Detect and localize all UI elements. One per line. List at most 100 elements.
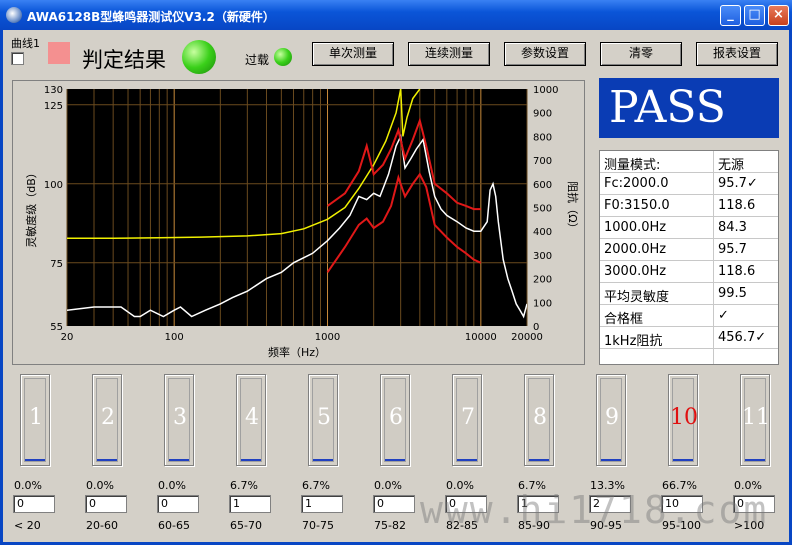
table-row: 合格框 ✓ <box>600 306 778 327</box>
bin-number: 7 <box>461 405 475 430</box>
bin-fill-bar <box>169 459 189 461</box>
bin-fill-bar <box>241 459 261 461</box>
continuous-measure-button[interactable]: 连续测量 <box>408 42 490 66</box>
histogram-bin-2: 2 <box>92 374 122 466</box>
pass-status-display: PASS <box>599 78 779 138</box>
watermark: www.hi1718.com <box>420 488 769 532</box>
x-tick-label: 1000 <box>315 332 340 343</box>
histogram-bin-10: 10 <box>668 374 698 466</box>
curve1-checkbox[interactable] <box>11 52 24 65</box>
measurement-value: 无源 <box>718 158 745 173</box>
measurement-value: 118.6 <box>718 264 756 279</box>
bin-percentage: 6.7% <box>230 479 258 492</box>
table-row: 平均灵敏度 99.5 <box>600 284 778 305</box>
y2-tick-label: 1000 <box>533 85 558 96</box>
bin-range-label: 65-70 <box>230 519 262 532</box>
table-row: 3000.0Hz 118.6 <box>600 262 778 283</box>
bin-fill-bar <box>673 459 693 461</box>
measurement-label: 合格框 <box>604 312 644 327</box>
y2-tick-label: 400 <box>533 227 552 238</box>
table-row: F0:3150.0 118.6 <box>600 196 778 217</box>
measurement-value: 95.7 <box>718 242 747 257</box>
maximize-button[interactable]: □ <box>744 5 765 26</box>
y-tick-label: 75 <box>50 259 63 270</box>
title-bar: AWA6128B型蜂鸣器测试仪V3.2（新硬件） _ □ × <box>0 0 792 30</box>
histogram-bin-9: 9 <box>596 374 626 466</box>
bin-fill-bar <box>601 459 621 461</box>
x-tick-label: 100 <box>165 332 184 343</box>
bin-range-label: 70-75 <box>302 519 334 532</box>
measurement-value: 95.7✓ <box>718 176 758 191</box>
close-button[interactable]: × <box>768 5 789 26</box>
bin-percentage: 0.0% <box>158 479 186 492</box>
bin-number: 11 <box>742 405 770 430</box>
histogram-bin-11: 11 <box>740 374 770 466</box>
measurement-label: F0:3150.0 <box>604 198 670 213</box>
bin-number: 2 <box>101 405 115 430</box>
histogram-bin-1: 1 <box>20 374 50 466</box>
histogram-bin-3: 3 <box>164 374 194 466</box>
bin-fill-bar <box>25 459 45 461</box>
single-measure-button[interactable]: 单次测量 <box>312 42 394 66</box>
minimize-button[interactable]: _ <box>720 5 741 26</box>
frequency-response-chart-panel: 20 100 1000 10000 20000 55 75 100 125 130 0 100 200 3… <box>12 80 585 365</box>
verdict-label: 判定结果 <box>82 48 166 72</box>
bin-count-field[interactable]: 0 <box>373 495 415 513</box>
y-tick-label: 100 <box>44 180 63 191</box>
bin-count-field[interactable]: 0 <box>13 495 55 513</box>
report-settings-button[interactable]: 报表设置 <box>696 42 778 66</box>
bin-number: 9 <box>605 405 619 430</box>
measurement-label: 2000.0Hz <box>604 242 667 257</box>
bin-percentage: 6.7% <box>302 479 330 492</box>
bin-percentage: 0.0% <box>14 479 42 492</box>
measurement-label: 1000.0Hz <box>604 220 667 235</box>
y2-tick-label: 300 <box>533 251 552 262</box>
y-tick-label: 55 <box>50 322 63 333</box>
y-tick-label: 125 <box>44 101 63 112</box>
x-tick-label: 10000 <box>465 332 497 343</box>
verdict-led <box>182 40 216 74</box>
y2-tick-label: 600 <box>533 180 552 191</box>
bin-count-field[interactable]: 1 <box>301 495 343 513</box>
measurement-value: 99.5 <box>718 286 747 301</box>
app-icon <box>6 7 22 23</box>
y2-axis-label: 阻抗（Ω） <box>566 181 580 233</box>
bin-range-label: 75-82 <box>374 519 406 532</box>
measurement-value: 84.3 <box>718 220 747 235</box>
bin-range-label: 60-65 <box>158 519 190 532</box>
table-row: 2000.0Hz 95.7 <box>600 240 778 261</box>
y2-tick-label: 800 <box>533 132 552 143</box>
bin-range-label: < 20 <box>14 519 41 532</box>
histogram-bin-8: 8 <box>524 374 554 466</box>
overload-led <box>274 48 292 66</box>
histogram-bin-7: 7 <box>452 374 482 466</box>
bin-count-field[interactable]: 1 <box>229 495 271 513</box>
bin-percentage: 0.0% <box>86 479 114 492</box>
bin-range-label: 20-60 <box>86 519 118 532</box>
y2-tick-label: 100 <box>533 298 552 309</box>
bin-fill-bar <box>457 459 477 461</box>
y2-tick-label: 0 <box>533 322 539 333</box>
table-row: 测量模式: 无源 <box>600 152 778 173</box>
plot-area <box>67 89 527 326</box>
measurement-value: 456.7✓ <box>718 330 767 345</box>
measurement-value: 118.6 <box>718 198 756 213</box>
y-axis-label: 灵敏度级（dB） <box>24 167 38 248</box>
curve-label: 曲线1 <box>11 37 40 50</box>
histogram-bin-6: 6 <box>380 374 410 466</box>
bin-number: 8 <box>533 405 547 430</box>
parameter-settings-button[interactable]: 参数设置 <box>504 42 586 66</box>
bin-count-field[interactable]: 0 <box>157 495 199 513</box>
bin-count-field[interactable]: 0 <box>85 495 127 513</box>
table-row: 1000.0Hz 84.3 <box>600 218 778 239</box>
bin-number: 10 <box>670 405 698 430</box>
bin-fill-bar <box>529 459 549 461</box>
measurement-label: 平均灵敏度 <box>604 290 670 305</box>
y2-tick-label: 900 <box>533 109 552 120</box>
x-axis-label: 频率（Hz） <box>268 345 326 359</box>
bin-fill-bar <box>97 459 117 461</box>
clear-button[interactable]: 清零 <box>600 42 682 66</box>
y2-tick-label: 200 <box>533 275 552 286</box>
y2-tick-label: 700 <box>533 156 552 167</box>
histogram-bin-5: 5 <box>308 374 338 466</box>
